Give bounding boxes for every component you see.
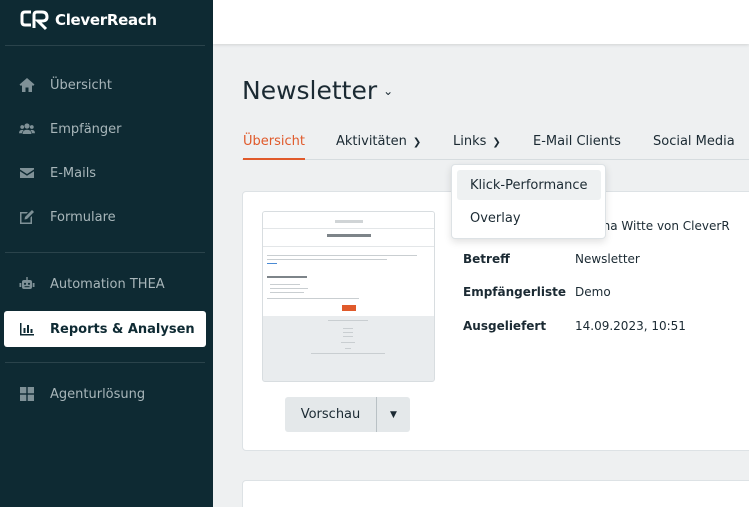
secondary-card (242, 480, 749, 507)
subject-label: Betreff (463, 252, 510, 266)
chevron-down-icon: ❯ (492, 137, 501, 148)
tab-overview[interactable]: Übersicht (243, 134, 305, 160)
sidebar-item-label: Agenturlösung (50, 386, 146, 402)
newsletter-thumbnail[interactable] (262, 211, 435, 382)
users-icon (4, 121, 50, 137)
sidebar-item-emails[interactable]: E-Mails (4, 155, 206, 191)
tab-label: E-Mail Clients (533, 134, 621, 149)
recipient-list-value: Demo (575, 285, 611, 299)
tab-email-clients[interactable]: E-Mail Clients (533, 134, 621, 160)
chart-icon (4, 321, 50, 337)
sidebar-divider (5, 45, 205, 46)
chevron-down-icon: ❯ (412, 137, 422, 148)
subject-value: Newsletter (575, 252, 640, 266)
sidebar-item-recipients[interactable]: Empfänger (4, 111, 206, 147)
preview-button[interactable]: Vorschau (285, 397, 376, 432)
recipient-list-label: Empfängerliste (463, 285, 567, 299)
brand-logo[interactable]: CleverReach (20, 9, 157, 31)
page-title[interactable]: Newsletter ⌄ (242, 76, 393, 105)
tab-activities[interactable]: Aktivitäten ❯ (336, 134, 421, 160)
sidebar-item-label: Reports & Analysen (50, 321, 195, 337)
sidebar: CleverReach Übersicht Empfänger E-Mails … (0, 0, 213, 507)
tab-links[interactable]: Links ❯ (453, 134, 501, 160)
delivered-value: 14.09.2023, 10:51 (575, 319, 686, 333)
sidebar-item-overview[interactable]: Übersicht (4, 67, 206, 103)
top-bar (213, 0, 749, 44)
brand-name: CleverReach (55, 11, 157, 29)
sidebar-divider (5, 252, 205, 253)
sidebar-item-reports[interactable]: Reports & Analysen (4, 311, 206, 347)
sender-value: arina Witte von CleverR (587, 219, 730, 233)
envelope-icon (4, 165, 50, 181)
cleverreach-logo-icon (20, 10, 49, 31)
tab-label: Aktivitäten (336, 134, 407, 149)
menu-item-overlay[interactable]: Overlay (457, 203, 601, 233)
edit-form-icon (4, 209, 50, 225)
sidebar-item-label: Übersicht (50, 77, 112, 93)
tab-social-media[interactable]: Social Media (653, 134, 735, 160)
sidebar-item-label: Empfänger (50, 121, 122, 137)
delivered-label: Ausgeliefert (463, 319, 547, 333)
chevron-down-icon: ⌄ (383, 83, 394, 98)
thumbnail-page (263, 212, 434, 316)
sidebar-item-automation[interactable]: Automation THEA (4, 266, 206, 302)
menu-item-click-performance[interactable]: Klick-Performance (457, 170, 601, 200)
tab-label: Links (453, 134, 487, 149)
robot-icon (4, 276, 50, 292)
home-icon (4, 77, 50, 93)
preview-button-group: Vorschau ▼ (285, 397, 410, 432)
preview-options-button[interactable]: ▼ (376, 397, 410, 432)
sidebar-item-forms[interactable]: Formulare (4, 199, 206, 235)
sidebar-item-label: Automation THEA (50, 276, 165, 292)
tab-label: Übersicht (243, 134, 305, 149)
sidebar-item-label: Formulare (50, 209, 116, 225)
tab-label: Social Media (653, 134, 735, 149)
sidebar-divider (5, 362, 205, 363)
chevron-down-icon: ▼ (390, 409, 397, 420)
sidebar-item-label: E-Mails (50, 165, 97, 181)
links-dropdown-menu: Klick-Performance Overlay (451, 164, 606, 239)
page-title-text: Newsletter (242, 76, 378, 105)
grid-icon (4, 386, 50, 402)
sidebar-item-agency[interactable]: Agenturlösung (4, 376, 206, 412)
